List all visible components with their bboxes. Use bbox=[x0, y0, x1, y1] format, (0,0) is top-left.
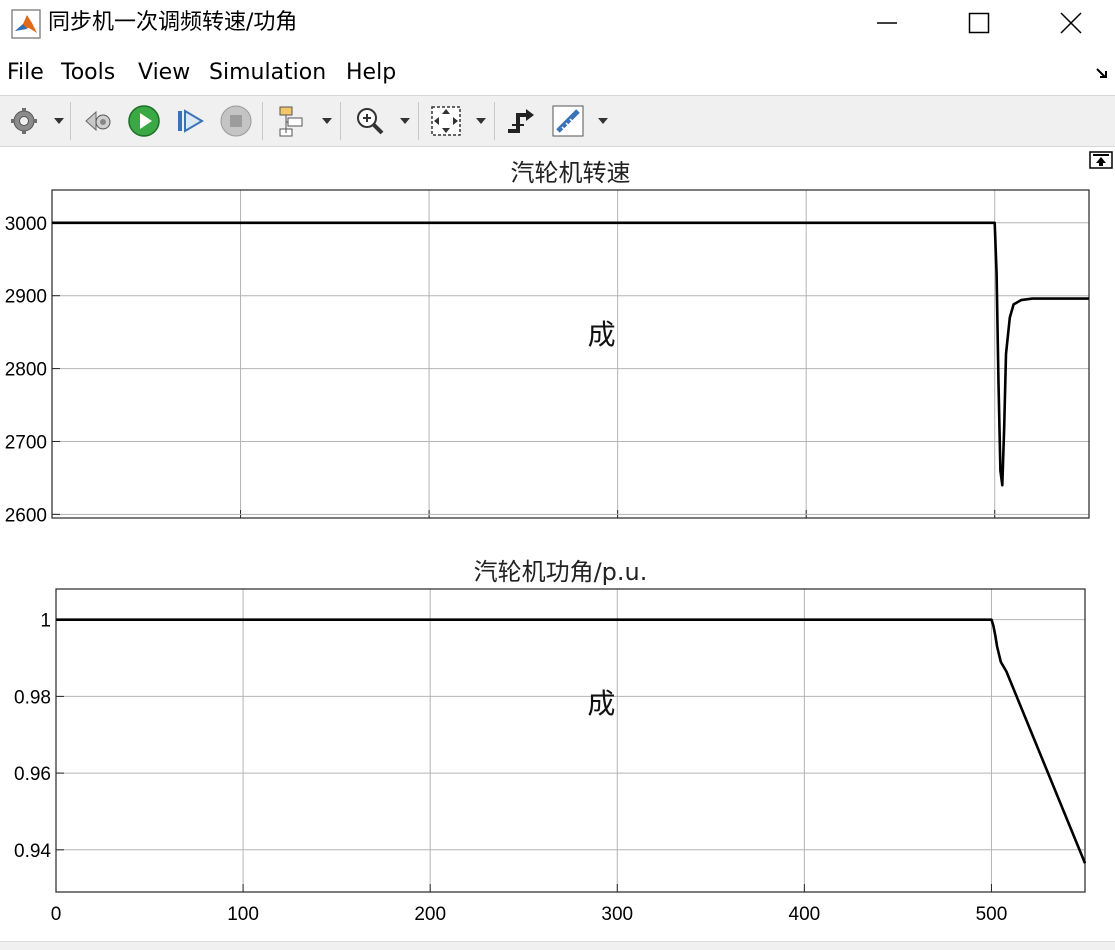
y-tick-label: 0.96 bbox=[14, 764, 51, 785]
plot-background bbox=[52, 190, 1089, 518]
plot-title: 汽轮机转速 bbox=[511, 159, 631, 187]
x-tick-label: 0 bbox=[51, 904, 62, 925]
scope-plots: 3000 2900 2800 2700 2600 汽轮机转速成 1 0.98 0.96 0.94 0… bbox=[5, 159, 1090, 925]
x-tick-label: 400 bbox=[789, 904, 821, 925]
y-tick-label: 2900 bbox=[5, 287, 47, 308]
x-tick-label: 200 bbox=[414, 904, 446, 925]
y-tick-label: 2600 bbox=[5, 505, 47, 526]
y-tick-label: 0.98 bbox=[14, 687, 51, 708]
y-tick-label: 2700 bbox=[5, 432, 47, 453]
x-tick-label: 300 bbox=[601, 904, 633, 925]
axes-2: 1 0.98 0.96 0.94 0 100 200 300 400 500 汽轮机功角/p.u. 成 bbox=[14, 558, 1087, 925]
axes-1: 3000 2900 2800 2700 2600 汽轮机转速成 bbox=[5, 159, 1090, 526]
y-tick-label: 2800 bbox=[5, 360, 47, 381]
x-tick-label: 500 bbox=[976, 904, 1008, 925]
y-tick-label: 0.94 bbox=[14, 841, 51, 862]
plot-background bbox=[56, 589, 1085, 892]
x-tick-label: 100 bbox=[227, 904, 259, 925]
y-tick-label: 1 bbox=[40, 611, 51, 632]
plot-title: 汽轮机功角/p.u. bbox=[474, 558, 648, 586]
plot-annotation: 成 bbox=[587, 687, 615, 720]
y-tick-label: 3000 bbox=[5, 214, 47, 235]
plot-annotation: 成 bbox=[588, 318, 616, 351]
